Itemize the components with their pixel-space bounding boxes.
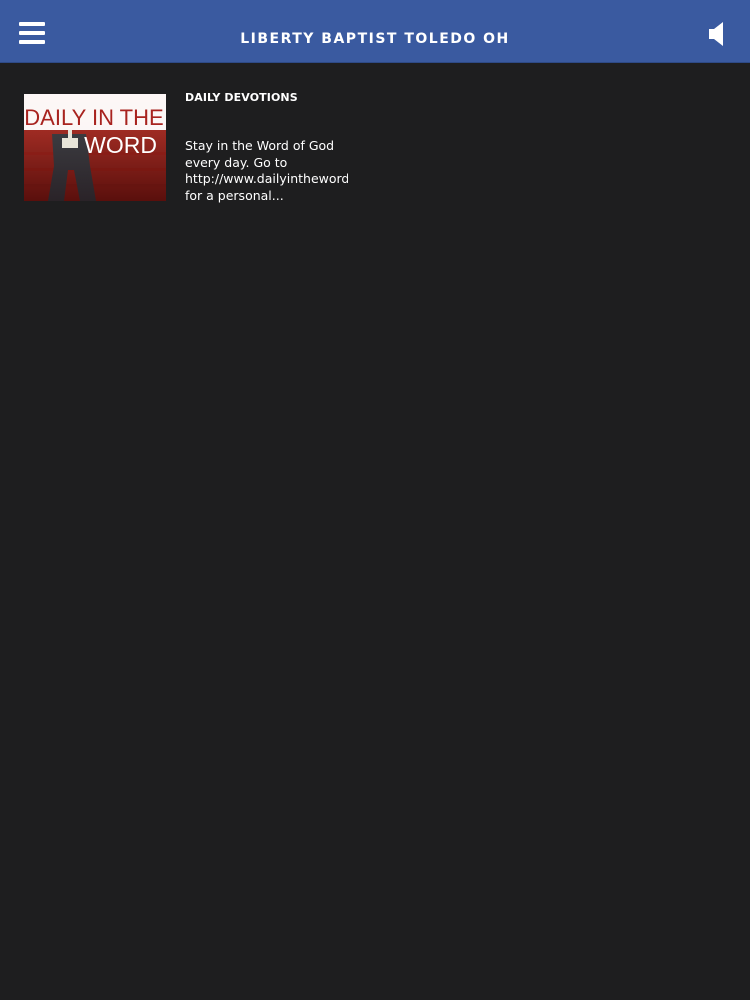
menu-line — [19, 22, 45, 26]
top-app-bar: LIBERTY BAPTIST TOLEDO OH — [0, 0, 750, 63]
description-line: every day. Go to — [185, 154, 288, 170]
speaker-icon[interactable] — [708, 21, 728, 47]
devotion-thumbnail: DAILY IN THE WORD — [24, 94, 166, 201]
description-line: for a personal... — [185, 187, 284, 203]
description-line: Stay in the Word of God — [185, 138, 335, 153]
item-title: DAILY DEVOTIONS — [185, 91, 298, 104]
description-line: http://www.dailyintheword — [185, 171, 348, 186]
item-description: Stay in the Word of God every day. Go to… — [185, 138, 348, 204]
page-title: LIBERTY BAPTIST TOLEDO OH — [240, 31, 510, 47]
list-item[interactable]: DAILY IN THE WORD DAILY DEVOTIONS Stay i… — [24, 91, 364, 204]
svg-text:DAILY IN THE: DAILY IN THE — [24, 105, 163, 130]
svg-text:WORD: WORD — [84, 132, 157, 158]
